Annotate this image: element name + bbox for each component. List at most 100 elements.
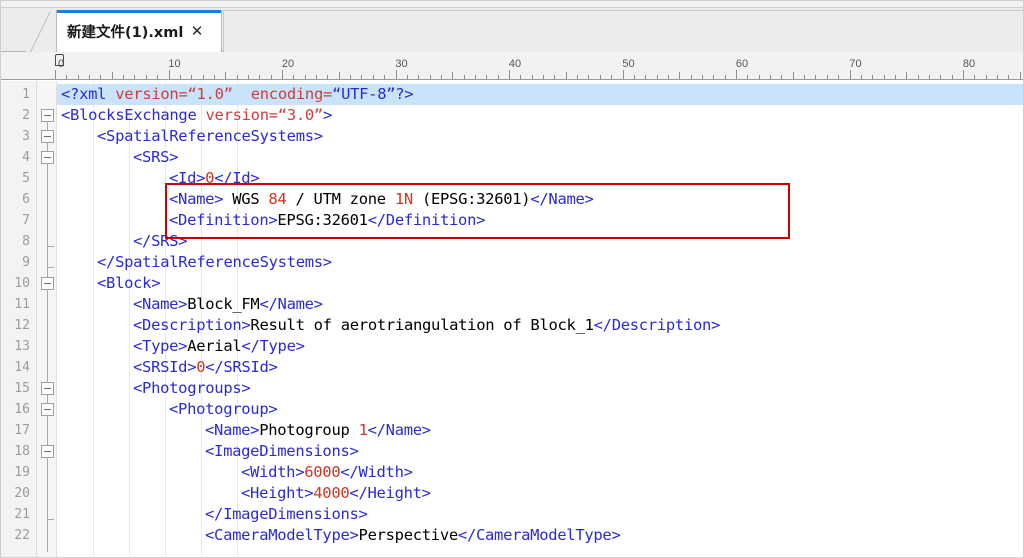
code-editor[interactable]: 1 2 3 4 5 6 7 8 9 10 11 12 13 14 15 16 17 18 19 20 21 22 <?xm… [0,81,1024,558]
fold-collapse-icon[interactable] [41,382,54,395]
ruler-tick [736,70,737,79]
fold-collapse-icon[interactable] [41,151,54,164]
ruler-tick [747,75,749,79]
code-line[interactable]: <Width>6000</Width> [57,462,413,483]
code-token-tag: <Width> [241,463,305,481]
code-line[interactable]: <SRSId>0</SRSId> [57,357,278,378]
fold-collapse-icon[interactable] [41,277,54,290]
line-number: 3 [22,129,30,144]
close-icon[interactable]: ✕ [189,23,205,40]
ruler-tick [259,75,261,79]
line-number: 11 [14,297,30,312]
code-line[interactable]: <SRS> [57,147,178,168]
line-number: 4 [22,150,30,165]
code-line[interactable]: <Type>Aerial</Type> [57,336,305,357]
code-line[interactable]: <?xml version=“1.0” encoding=“UTF-8”?> [57,84,414,105]
line-number: 12 [14,318,30,333]
ruler-tick [872,75,874,79]
code-token-num: 4000 [313,484,350,502]
ruler-tick [157,75,159,79]
fold-collapse-icon[interactable] [41,109,54,122]
ruler-tick [406,75,408,79]
ruler-tick [622,70,624,79]
code-token-num: 1N [394,190,413,208]
fold-collapse-icon[interactable] [41,130,54,143]
fold-spine [47,111,48,552]
code-line[interactable]: <Photogroup> [57,399,278,420]
code-line[interactable]: <Definition>EPSG:32601</Definition> [57,210,485,231]
code-line[interactable]: <Name>Block_FM</Name> [57,294,323,315]
code-line[interactable]: <Height>4000</Height> [57,483,431,504]
line-number: 18 [14,444,30,459]
code-token-tag: <BlocksExchange [61,106,206,124]
code-text-area[interactable]: <?xml version=“1.0” encoding=“UTF-8”?> <B… [57,81,1024,558]
code-token-tag: <ImageDimensions> [205,442,359,460]
ruler-tick [690,75,692,79]
line-number: 16 [14,402,30,417]
code-token-tag: </Type> [241,337,305,355]
ruler-tick [327,75,329,79]
line-number: 6 [22,192,30,207]
ruler-tick [633,75,635,79]
code-token-num: 84 [268,190,287,208]
ruler-tick [815,75,817,79]
line-number: 14 [14,360,30,375]
code-token-tag: <Name> [169,190,224,208]
code-token-tag: <SpatialReferenceSystems> [97,127,323,145]
ruler-tick [860,75,862,79]
ruler-tick [588,75,590,79]
ruler-tick [66,75,68,79]
fold-collapse-icon[interactable] [41,403,54,416]
ruler-tick [713,75,715,79]
code-line[interactable]: <SpatialReferenceSystems> [57,126,323,147]
editor-window: 新建文件(1).xml ✕ 0 10 20 30 40 50 60 70 80 12345678… [0,0,1024,558]
code-line[interactable]: <Name> WGS 84 / UTM zone 1N (EPSG:32601)… [57,189,594,210]
ruler-tick [270,75,272,79]
code-token-tag: <CameraModelType> [205,526,359,544]
code-token-attr: “3.0” [277,106,323,124]
code-line[interactable]: <CameraModelType>Perspective</CameraMode… [57,525,621,546]
code-line[interactable]: <Id>0</Id> [57,168,260,189]
code-line[interactable]: <BlocksExchange version=“3.0”> [57,105,332,126]
ruler-tick [951,75,953,79]
ruler-tick [452,72,454,79]
line-number: 21 [14,507,30,522]
line-number: 17 [14,423,30,438]
ruler-tick [906,72,908,79]
ruler-tick [679,72,681,79]
ruler-gutter-pad [0,52,50,79]
code-token-attr: “1.0” [187,85,233,103]
code-line[interactable]: <ImageDimensions> [57,441,359,462]
fold-collapse-icon[interactable] [41,445,54,458]
ruler-tick [213,75,215,79]
code-line[interactable]: <Block> [57,273,161,294]
ruler-label: 60 [735,58,749,70]
code-token-tag: <Block> [97,274,161,292]
code-token-tag: <Definition> [169,211,278,229]
ruler-tick [894,75,896,79]
line-number: 1 [22,87,30,102]
tab-bar: 新建文件(1).xml ✕ [0,0,1024,52]
code-line[interactable]: <Name>Photogroup 1</Name> [57,420,431,441]
code-token-tag: </Name> [367,421,432,439]
code-token-num: 0 [205,169,215,187]
code-line[interactable]: </ImageDimensions> [57,504,368,525]
code-line[interactable]: <Photogroups> [57,378,251,399]
ruler-tick [247,75,249,79]
code-line[interactable]: <Description>Result of aerotriangulation… [57,315,720,336]
ruler-tick [384,75,386,79]
tab-active-file[interactable]: 新建文件(1).xml ✕ [56,10,222,52]
line-number: 9 [22,255,30,270]
code-token-tag: <Photogroup> [169,400,278,418]
code-line[interactable]: </SpatialReferenceSystems> [57,252,332,273]
ruler-tick [1019,72,1021,79]
ruler-tick [179,75,181,79]
ruler-tick [316,75,318,79]
ruler-tick [282,70,283,79]
code-line[interactable]: </SRS> [57,231,188,252]
ruler-tick [361,75,363,79]
ruler-tick [701,75,703,79]
ruler-tick [531,75,533,79]
ruler-tick [463,75,465,79]
ruler-tick [191,75,193,79]
